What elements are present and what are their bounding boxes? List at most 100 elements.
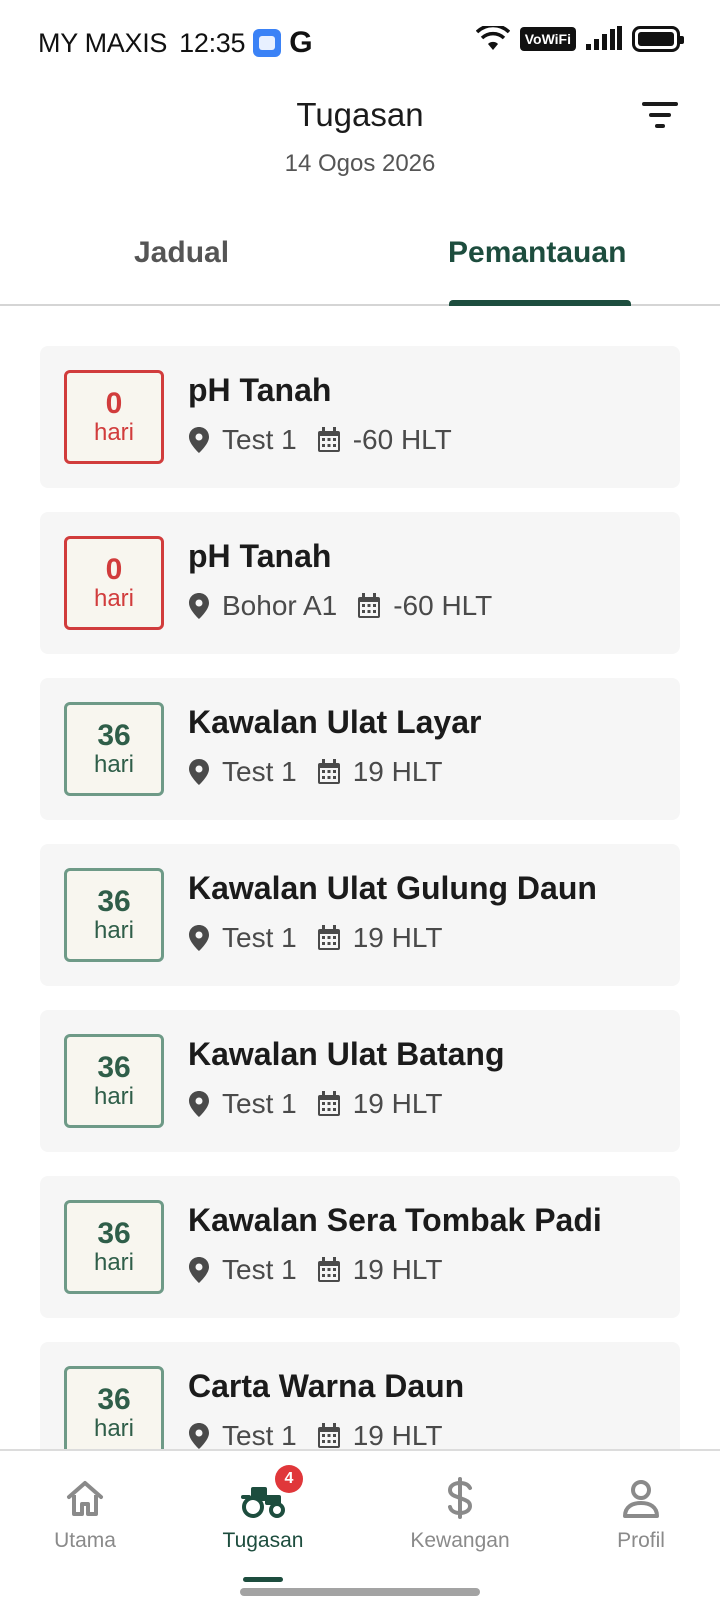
filter-icon [642,102,678,128]
days-count: 0 [105,387,123,420]
days-badge: 36 hari [64,868,164,962]
task-card[interactable]: 36 hari Kawalan Ulat Gulung Daun Test 1 … [40,844,680,986]
bottom-nav: Utama 4 Tugasan Kewangan Profil [0,1449,720,1610]
app-header: Tugasan 14 Ogos 2026 [0,84,720,204]
task-hlt: 19 HLT [352,756,443,787]
days-count: 36 [97,885,131,918]
days-count: 36 [97,1383,131,1416]
page-title: Tugasan [296,96,424,133]
task-hlt: 19 HLT [352,1088,443,1119]
days-unit: hari [93,1415,135,1442]
days-count: 36 [97,1051,131,1084]
task-hlt: 19 HLT [352,1254,443,1285]
task-location: Test 1 [222,1420,297,1450]
days-badge: 0 hari [64,536,164,630]
calendar-icon [317,759,340,784]
dollar-icon [447,1477,473,1519]
task-meta: Test 1 -60 HLT [188,424,452,456]
home-icon [67,1481,103,1516]
nav-item-tugasan[interactable]: 4 Tugasan [193,1465,333,1582]
calendar-icon [358,593,381,618]
task-location: Test 1 [222,1088,297,1119]
task-card[interactable]: 0 hari pH Tanah Bohor A1 -60 HLT [40,512,680,654]
days-unit: hari [93,751,135,778]
task-title: Carta Warna Daun [188,1368,465,1404]
task-list[interactable]: 0 hari pH Tanah Test 1 -60 HLT 0 hari pH… [40,346,680,1450]
days-count: 36 [97,1217,131,1250]
location-pin-icon [189,427,209,453]
google-icon: G [289,26,313,59]
nav-label: Tugasan [222,1529,304,1552]
nav-label: Kewangan [410,1529,510,1552]
vowifi-icon: VoWiFi [519,27,576,51]
page-date: 14 Ogos 2026 [284,150,436,177]
task-card[interactable]: 36 hari Kawalan Ulat Layar Test 1 19 HLT [40,678,680,820]
task-card[interactable]: 36 hari Kawalan Ulat Batang Test 1 19 HL… [40,1010,680,1152]
task-card[interactable]: 0 hari pH Tanah Test 1 -60 HLT [40,346,680,488]
days-unit: hari [93,585,135,612]
days-badge: 36 hari [64,1366,164,1450]
task-meta: Test 1 19 HLT [188,922,442,954]
task-title: Kawalan Sera Tombak Padi [188,1202,602,1238]
calendar-icon [317,925,340,950]
calendar-icon [317,427,340,452]
active-nav-indicator [243,1577,283,1582]
days-badge: 0 hari [64,370,164,464]
task-title: pH Tanah [188,372,332,408]
filter-button[interactable] [640,98,680,134]
task-location: Test 1 [222,922,297,953]
location-pin-icon [189,759,209,785]
task-hlt: 19 HLT [352,922,443,953]
location-pin-icon [189,1423,209,1449]
wifi-icon [475,26,510,50]
task-meta: Test 1 19 HLT [188,1088,442,1120]
task-meta: Test 1 19 HLT [188,756,442,788]
days-unit: hari [93,1249,135,1276]
clock: 12:35 [179,27,246,58]
status-right: VoWiFi [475,26,684,52]
days-count: 36 [97,719,131,752]
task-title: Kawalan Ulat Gulung Daun [188,870,597,906]
signal-icon [586,26,622,50]
task-title: Kawalan Ulat Batang [188,1036,505,1072]
home-indicator[interactable] [240,1588,480,1596]
nav-item-kewangan[interactable]: Kewangan [390,1475,530,1553]
active-tab-indicator [449,300,631,306]
days-unit: hari [93,1083,135,1110]
task-card[interactable]: 36 hari Kawalan Sera Tombak Padi Test 1 … [40,1176,680,1318]
task-location: Bohor A1 [222,590,338,621]
task-location: Test 1 [222,756,297,787]
carrier-label: MY MAXIS [38,27,168,58]
days-count: 0 [105,553,123,586]
location-pin-icon [189,1257,209,1283]
task-title: Kawalan Ulat Layar [188,704,482,740]
task-meta: Test 1 19 HLT [188,1254,442,1286]
status-left: MY MAXIS 12:35 G [38,26,313,60]
location-pin-icon [189,925,209,951]
task-location: Test 1 [222,424,297,455]
location-pin-icon [189,1091,209,1117]
days-unit: hari [93,419,135,446]
tab-jadual[interactable]: Jadual [134,236,229,270]
days-badge: 36 hari [64,1034,164,1128]
days-badge: 36 hari [64,1200,164,1294]
task-meta: Test 1 19 HLT [188,1420,442,1450]
nav-item-profil[interactable]: Profil [571,1475,711,1553]
nav-item-utama[interactable]: Utama [15,1475,155,1553]
nav-label: Profil [617,1529,665,1552]
task-hlt: -60 HLT [352,424,452,455]
calendar-icon [317,1423,340,1448]
task-meta: Bohor A1 -60 HLT [188,590,492,622]
nav-label: Utama [54,1529,116,1552]
status-bar: MY MAXIS 12:35 G VoWiFi [0,0,720,84]
calendar-icon [317,1091,340,1116]
task-hlt: -60 HLT [393,590,493,621]
task-location: Test 1 [222,1254,297,1285]
battery-icon [632,26,684,52]
tab-pemantauan[interactable]: Pemantauan [448,236,626,270]
task-hlt: 19 HLT [352,1420,443,1450]
task-title: pH Tanah [188,538,332,574]
location-pin-icon [189,593,209,619]
person-icon [623,1480,659,1518]
task-card[interactable]: 36 hari Carta Warna Daun Test 1 19 HLT [40,1342,680,1450]
